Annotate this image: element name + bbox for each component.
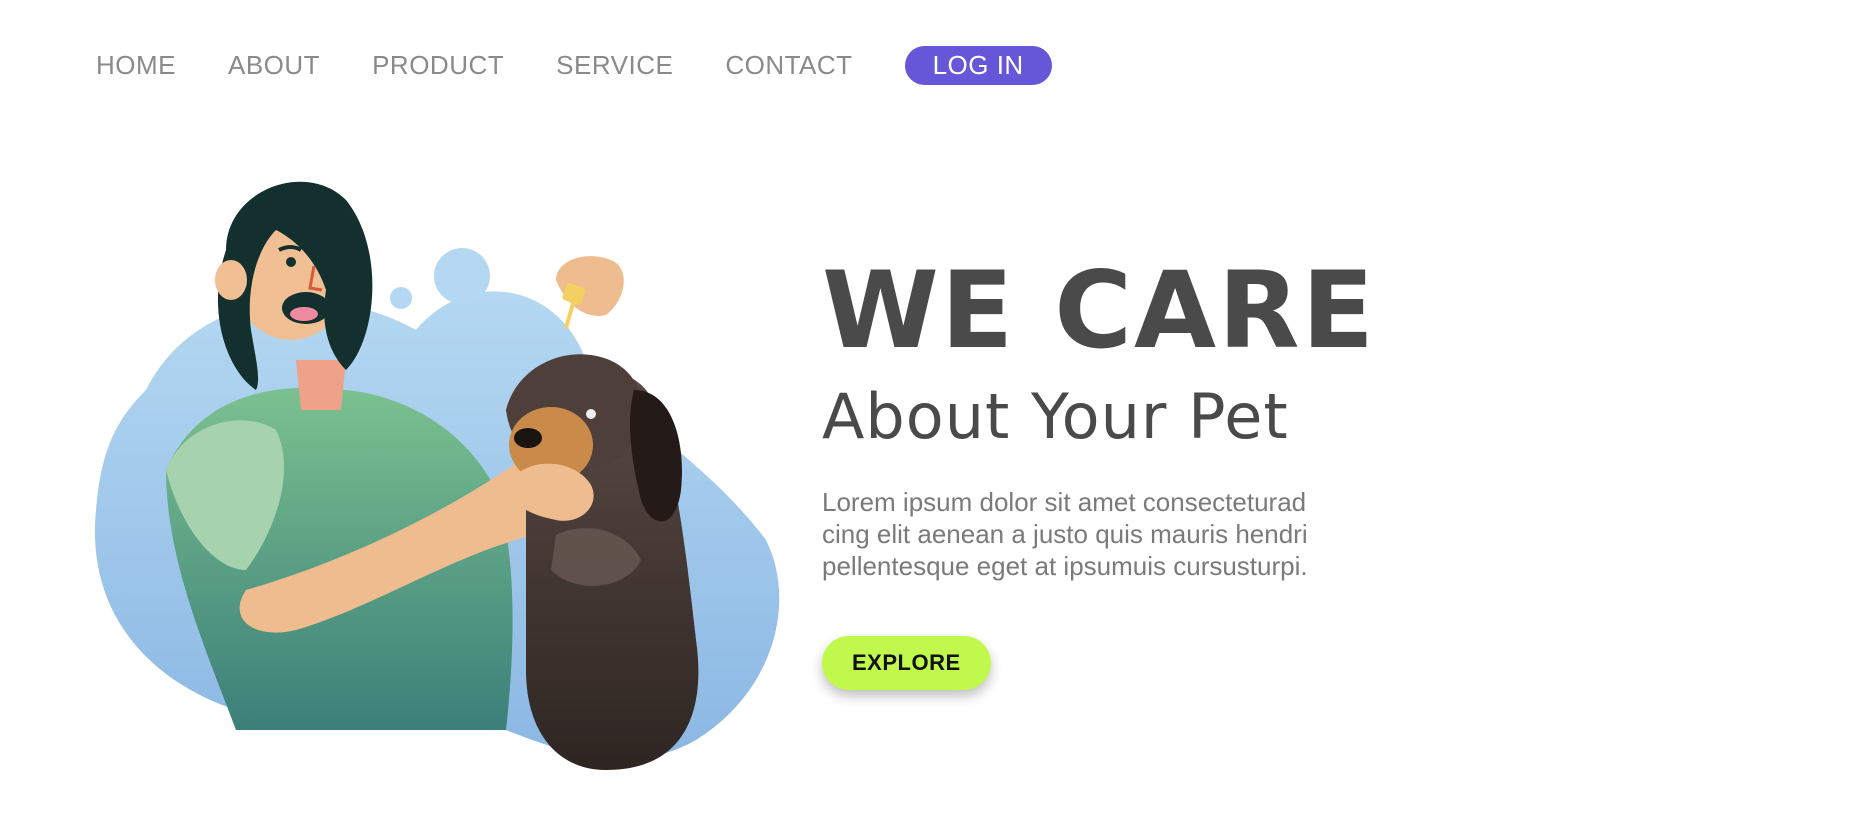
hero-section: WE CARE About Your Pet Lorem ipsum dolor…: [822, 258, 1422, 690]
nav-product[interactable]: PRODUCT: [372, 50, 504, 81]
bubble-large: [434, 248, 490, 304]
woman-with-dog-illustration: [94, 181, 780, 770]
main-nav: HOME ABOUT PRODUCT SERVICE CONTACT LOG I…: [96, 46, 1052, 85]
bubble-small: [390, 287, 412, 309]
hero-subtitle: About Your Pet: [822, 380, 1289, 453]
hero-description-line: cing elit aenean a justo quis mauris hen…: [822, 519, 1308, 549]
dog-icon: [506, 354, 699, 770]
nav-service[interactable]: SERVICE: [556, 50, 673, 81]
hero-title: WE CARE: [822, 249, 1377, 372]
nav-home[interactable]: HOME: [96, 50, 176, 81]
explore-button[interactable]: EXPLORE: [822, 636, 991, 690]
nav-contact[interactable]: CONTACT: [725, 50, 852, 81]
hero-description: Lorem ipsum dolor sit amet consecteturad…: [822, 486, 1422, 582]
dropper-icon: [556, 256, 624, 329]
hero-description-line: pellentesque eget at ipsumuis cursusturp…: [822, 551, 1308, 581]
nav-about[interactable]: ABOUT: [228, 50, 320, 81]
hero-description-line: Lorem ipsum dolor sit amet consecteturad: [822, 487, 1307, 517]
login-button[interactable]: LOG IN: [904, 46, 1052, 85]
hero-illustration: [86, 170, 786, 770]
